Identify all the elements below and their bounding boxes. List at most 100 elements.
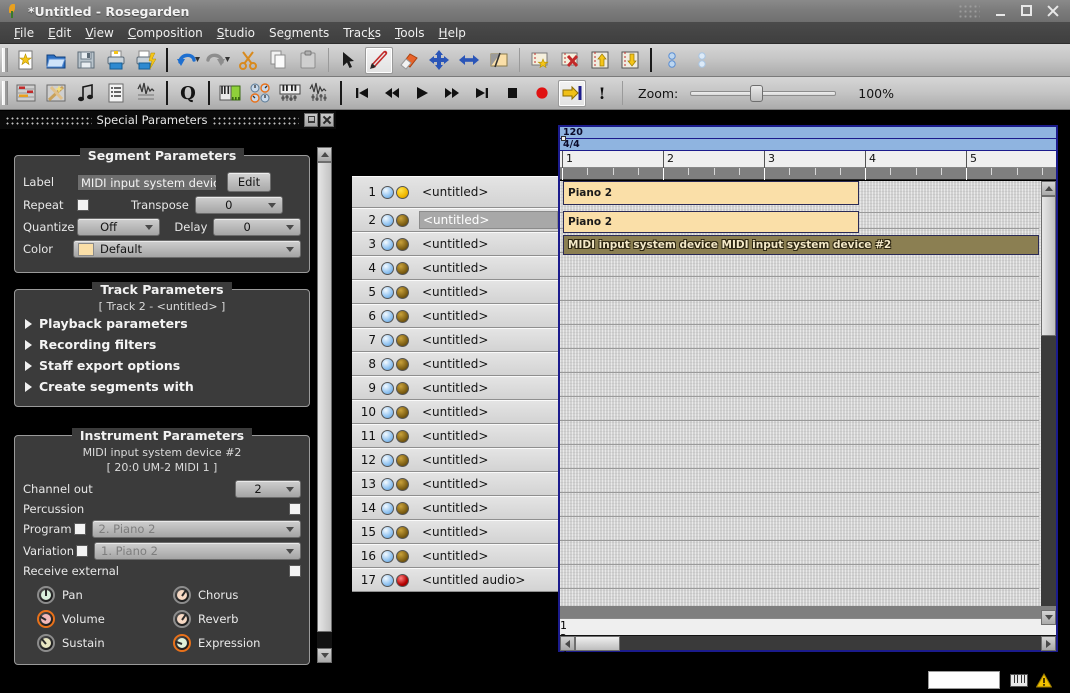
track-record-led-icon[interactable]	[396, 214, 409, 227]
track-mute-led-icon[interactable]	[381, 382, 394, 395]
track-record-led-icon[interactable]	[396, 430, 409, 443]
segment-quantize-combo[interactable]: Off	[77, 218, 161, 236]
zoom-slider[interactable]	[690, 83, 836, 103]
track-record-led-icon[interactable]	[396, 574, 409, 587]
toolbar-drag-handle[interactable]	[2, 81, 8, 105]
track-mute-led-icon[interactable]	[381, 334, 394, 347]
open-file-icon[interactable]	[42, 47, 70, 74]
pan-knob[interactable]	[37, 586, 55, 604]
select-tool-icon[interactable]	[335, 47, 363, 74]
close-button[interactable]	[1045, 3, 1061, 19]
canvas-horizontal-scrollbar[interactable]	[560, 635, 1056, 650]
midi-mixer-icon[interactable]	[246, 80, 274, 107]
track-record-led-icon[interactable]	[396, 186, 409, 199]
track-lane[interactable]	[560, 253, 1039, 277]
track-record-led-icon[interactable]	[396, 262, 409, 275]
track-lane[interactable]	[560, 565, 1039, 589]
record-button[interactable]	[528, 80, 556, 107]
expander-staff-export-options[interactable]: Staff export options	[15, 355, 309, 376]
matrix-editor-icon[interactable]	[12, 80, 40, 107]
expression-knob[interactable]	[173, 634, 191, 652]
track-mute-led-icon[interactable]	[381, 186, 394, 199]
playback-position-marker-icon[interactable]	[561, 136, 566, 141]
track-label[interactable]: <untitled audio>	[419, 572, 558, 588]
canvas-scroll-right-button[interactable]	[1041, 636, 1056, 651]
track-label[interactable]: <untitled>	[419, 404, 558, 420]
track-record-led-icon[interactable]	[396, 406, 409, 419]
track-record-led-icon[interactable]	[396, 502, 409, 515]
segment-block[interactable]: Piano 2	[563, 211, 859, 233]
track-label[interactable]: <untitled>	[419, 428, 558, 444]
canvas-scroll-down-button[interactable]	[1041, 610, 1056, 625]
track-label[interactable]: <untitled>	[419, 356, 558, 372]
program-checkbox[interactable]	[74, 523, 86, 535]
segment-area[interactable]: Piano 2Piano 2MIDI input system device M…	[560, 181, 1056, 618]
track-record-led-icon[interactable]	[396, 238, 409, 251]
track-lane[interactable]	[560, 445, 1039, 469]
track-label[interactable]: <untitled>	[419, 476, 558, 492]
canvas-vertical-scrollbar[interactable]	[1041, 181, 1056, 618]
delete-segment-icon[interactable]	[556, 47, 584, 74]
dock-scroll-thumb[interactable]	[317, 162, 332, 632]
expander-create-segments-with[interactable]: Create segments with	[15, 376, 309, 397]
canvas-scroll-left-button[interactable]	[560, 636, 575, 651]
volume-knob[interactable]	[37, 610, 55, 628]
track-row[interactable]: 1<untitled>	[352, 176, 558, 208]
segment-color-combo[interactable]: Default	[73, 240, 301, 258]
variation-checkbox[interactable]	[76, 545, 88, 557]
canvas-vscroll-thumb[interactable]	[1041, 196, 1056, 336]
dots-light-icon[interactable]	[688, 47, 716, 74]
add-segment-icon[interactable]	[526, 47, 554, 74]
minimize-button[interactable]	[993, 3, 1009, 19]
track-lane[interactable]	[560, 349, 1039, 373]
track-record-led-icon[interactable]	[396, 310, 409, 323]
menu-help[interactable]: Help	[432, 24, 473, 42]
track-lane[interactable]	[560, 373, 1039, 397]
track-label[interactable]: <untitled>	[419, 184, 558, 200]
dock-close-button[interactable]	[320, 113, 334, 127]
segment-delay-combo[interactable]: 0	[213, 218, 301, 236]
track-record-led-icon[interactable]	[396, 382, 409, 395]
sustain-knob[interactable]	[37, 634, 55, 652]
manage-midi-devices-icon[interactable]	[216, 80, 244, 107]
audio-editor-icon[interactable]	[132, 80, 160, 107]
track-lane[interactable]	[560, 493, 1039, 517]
track-row[interactable]: 13<untitled>	[352, 472, 558, 496]
print-icon[interactable]	[102, 47, 130, 74]
track-row[interactable]: 15<untitled>	[352, 520, 558, 544]
track-mute-led-icon[interactable]	[381, 238, 394, 251]
tempo-ruler[interactable]: 120	[560, 127, 1056, 139]
save-file-icon[interactable]	[72, 47, 100, 74]
track-row[interactable]: 8<untitled>	[352, 352, 558, 376]
track-label[interactable]: <untitled>	[419, 211, 558, 229]
track-row[interactable]: 5<untitled>	[352, 280, 558, 304]
menu-studio[interactable]: Studio	[210, 24, 262, 42]
track-lane[interactable]	[560, 277, 1039, 301]
segment-repeat-checkbox[interactable]	[77, 199, 89, 211]
menu-composition[interactable]: Composition	[121, 24, 210, 42]
track-mute-led-icon[interactable]	[381, 478, 394, 491]
track-row[interactable]: 10<untitled>	[352, 400, 558, 424]
skip-to-start-button[interactable]	[348, 80, 376, 107]
canvas-hscroll-thumb[interactable]	[575, 636, 620, 651]
dock-scroll-down-button[interactable]	[317, 648, 332, 663]
segment-label-input[interactable]: MIDI input system device	[77, 174, 217, 191]
track-record-led-icon[interactable]	[396, 358, 409, 371]
track-record-led-icon[interactable]	[396, 550, 409, 563]
track-row[interactable]: 17<untitled audio>	[352, 568, 558, 592]
track-label[interactable]: <untitled>	[419, 284, 558, 300]
track-label[interactable]: <untitled>	[419, 524, 558, 540]
track-row[interactable]: 11<untitled>	[352, 424, 558, 448]
resize-tool-icon[interactable]	[455, 47, 483, 74]
track-lane[interactable]	[560, 397, 1039, 421]
chorus-knob-cell[interactable]: Chorus	[173, 586, 309, 604]
copy-icon[interactable]	[264, 47, 292, 74]
menu-edit[interactable]: Edit	[41, 24, 78, 42]
track-label[interactable]: <untitled>	[419, 500, 558, 516]
track-lane[interactable]	[560, 301, 1039, 325]
dock-header[interactable]: Special Parameters	[0, 111, 336, 129]
rewind-button[interactable]	[378, 80, 406, 107]
menu-tools[interactable]: Tools	[388, 24, 432, 42]
new-file-icon[interactable]	[12, 47, 40, 74]
segment-transpose-combo[interactable]: 0	[195, 196, 283, 214]
